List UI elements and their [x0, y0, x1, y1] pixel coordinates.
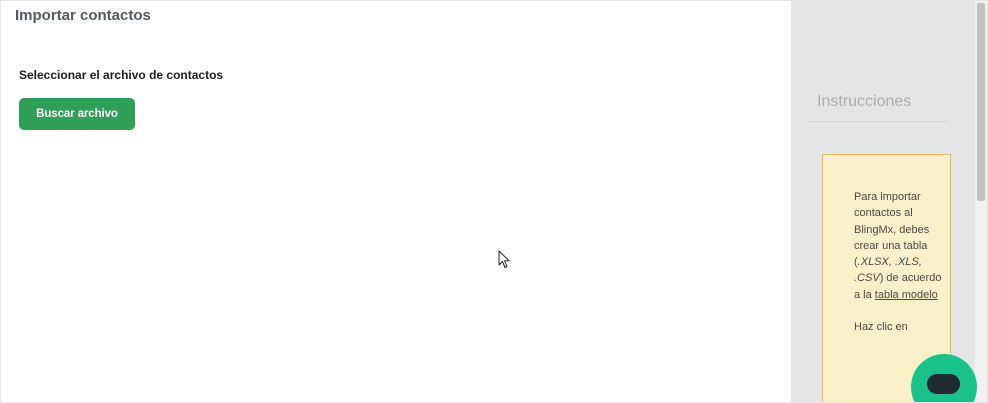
vertical-scrollbar[interactable] [975, 1, 987, 402]
note-second-paragraph: Haz clic en [854, 321, 908, 334]
model-table-link[interactable]: tabla modelo [875, 289, 938, 301]
page-title: Importar contactos [15, 7, 151, 24]
chat-bubble-icon [927, 374, 960, 394]
instructions-paragraph: Para importar contactos al BlingMx, debe… [854, 189, 942, 303]
main-panel: Importar contactos Seleccionar el archiv… [1, 1, 791, 402]
instructions-divider [807, 121, 949, 122]
instructions-title: Instrucciones [817, 93, 912, 110]
import-contacts-window: Importar contactos Seleccionar el archiv… [0, 0, 988, 403]
browse-file-button[interactable]: Buscar archivo [19, 98, 135, 130]
scrollbar-thumb[interactable] [977, 3, 985, 201]
instructions-sidebar: Instrucciones Para importar contactos al… [791, 1, 975, 402]
file-select-label: Seleccionar el archivo de contactos [19, 68, 224, 82]
mouse-pointer-icon [498, 250, 510, 268]
